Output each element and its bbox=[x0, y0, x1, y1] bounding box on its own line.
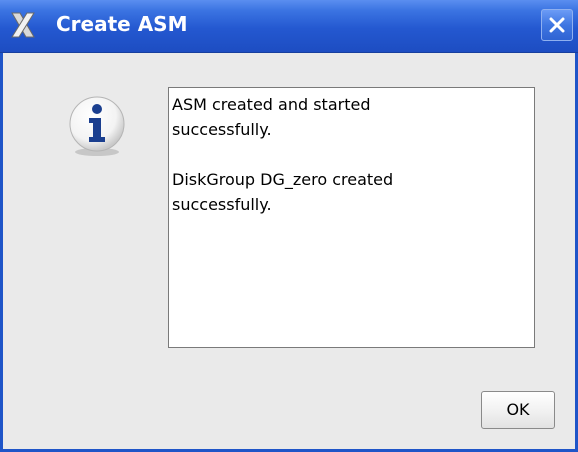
create-asm-dialog: Create ASM ASM created and started succe… bbox=[0, 0, 578, 452]
ok-button[interactable]: OK bbox=[481, 391, 555, 429]
message-text: ASM created and started successfully. Di… bbox=[168, 87, 535, 348]
app-x-icon bbox=[8, 10, 38, 40]
window-title: Create ASM bbox=[56, 12, 188, 36]
info-icon bbox=[65, 93, 129, 157]
title-bar[interactable]: Create ASM bbox=[0, 0, 578, 53]
close-button[interactable] bbox=[541, 9, 573, 41]
close-icon bbox=[549, 17, 565, 33]
